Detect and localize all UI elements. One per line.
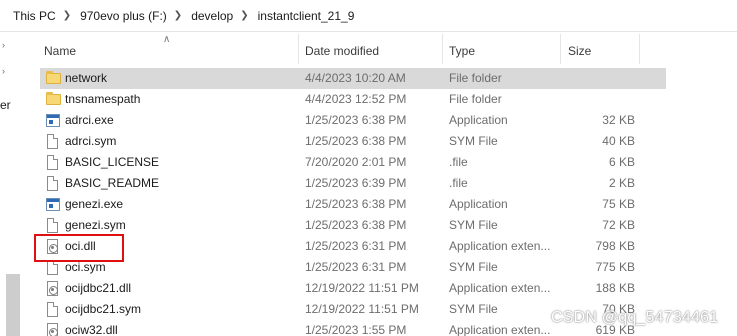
file-size: 6 KB <box>608 155 635 169</box>
sort-ascending-icon: ∧ <box>163 34 171 45</box>
file-date-modified: 1/25/2023 6:31 PM <box>305 239 407 253</box>
application-icon <box>46 198 60 211</box>
file-row[interactable]: tnsnamespath 4/4/2023 12:52 PM File fold… <box>40 89 666 110</box>
file-size: 32 KB <box>602 113 635 127</box>
file-date-modified: 4/4/2023 12:52 PM <box>305 92 407 106</box>
dll-icon <box>47 323 58 336</box>
file-row[interactable]: genezi.exe 1/25/2023 6:38 PM Application… <box>40 194 666 215</box>
file-name: adrci.sym <box>65 134 117 148</box>
file-date-modified: 4/4/2023 10:20 AM <box>305 71 406 85</box>
column-header-date-modified[interactable]: Date modified <box>305 44 379 58</box>
chevron-right-icon[interactable]: ❯ <box>59 10 77 21</box>
file-type: .file <box>449 155 468 169</box>
file-list: network 4/4/2023 10:20 AM File folder tn… <box>40 68 737 336</box>
file-row[interactable]: oci.dll 1/25/2023 6:31 PM Application ex… <box>40 236 666 257</box>
file-name: tnsnamespath <box>65 92 141 106</box>
file-size: 775 KB <box>595 260 635 274</box>
file-date-modified: 1/25/2023 6:39 PM <box>305 176 407 190</box>
file-row[interactable]: adrci.sym 1/25/2023 6:38 PM SYM File 40 … <box>40 131 666 152</box>
file-row[interactable]: BASIC_README 1/25/2023 6:39 PM .file 2 K… <box>40 173 666 194</box>
file-type: .file <box>449 176 468 190</box>
file-type: SYM File <box>449 260 498 274</box>
file-name: oci.dll <box>65 239 96 253</box>
file-date-modified: 1/25/2023 1:55 PM <box>305 323 407 336</box>
file-type: Application exten... <box>449 239 551 253</box>
file-date-modified: 1/25/2023 6:31 PM <box>305 260 407 274</box>
nav-scrollbar-thumb[interactable] <box>6 274 20 336</box>
file-size: 72 KB <box>602 218 635 232</box>
column-divider[interactable] <box>560 34 561 64</box>
file-row[interactable]: BASIC_LICENSE 7/20/2020 2:01 PM .file 6 … <box>40 152 666 173</box>
file-date-modified: 1/25/2023 6:38 PM <box>305 134 407 148</box>
file-row[interactable]: oci.sym 1/25/2023 6:31 PM SYM File 775 K… <box>40 257 666 278</box>
file-type: Application exten... <box>449 323 551 336</box>
file-type: Application <box>449 113 508 127</box>
file-date-modified: 1/25/2023 6:38 PM <box>305 113 407 127</box>
file-size: 75 KB <box>602 197 635 211</box>
file-size: 40 KB <box>602 134 635 148</box>
file-name: BASIC_LICENSE <box>65 155 160 169</box>
file-name: BASIC_README <box>65 176 160 190</box>
vertical-scrollbar[interactable] <box>727 68 737 336</box>
breadcrumb-current-folder[interactable]: instantclient_21_9 <box>255 0 358 32</box>
folder-icon <box>46 92 61 105</box>
breadcrumb-this-pc[interactable]: This PC <box>0 0 59 32</box>
file-type: File folder <box>449 92 502 106</box>
application-icon <box>46 114 60 127</box>
chevron-right-icon[interactable]: ❯ <box>236 10 254 21</box>
file-type: SYM File <box>449 134 498 148</box>
column-header-row: ∧ Name Date modified Type Size <box>22 32 737 68</box>
file-name: ocijdbc21.dll <box>65 281 132 295</box>
address-bar[interactable]: This PC ❯ 970evo plus (F:) ❯ develop ❯ i… <box>0 0 737 32</box>
column-header-name[interactable]: Name <box>44 44 76 58</box>
chevron-right-icon[interactable]: ❯ <box>170 10 188 21</box>
file-name: genezi.sym <box>65 218 126 232</box>
folder-icon <box>46 71 61 84</box>
expand-arrow-icon[interactable]: › <box>2 66 5 76</box>
file-size: 798 KB <box>595 239 635 253</box>
navigation-pane[interactable]: › › er <box>0 32 22 336</box>
file-icon <box>47 155 58 170</box>
breadcrumb-drive[interactable]: 970evo plus (F:) <box>77 0 170 32</box>
file-type: Application exten... <box>449 281 551 295</box>
file-type: File folder <box>449 71 502 85</box>
file-size: 188 KB <box>595 281 635 295</box>
file-icon <box>47 302 58 317</box>
file-name: network <box>65 71 108 85</box>
column-divider[interactable] <box>298 34 299 64</box>
file-type: SYM File <box>449 302 498 316</box>
breadcrumb-develop[interactable]: develop <box>188 0 236 32</box>
column-divider[interactable] <box>442 34 443 64</box>
nav-item-label[interactable]: er <box>0 98 11 112</box>
file-icon <box>47 218 58 233</box>
expand-arrow-icon[interactable]: › <box>2 40 5 50</box>
file-type: Application <box>449 197 508 211</box>
file-icon <box>47 176 58 191</box>
file-date-modified: 1/25/2023 6:38 PM <box>305 197 407 211</box>
file-type: SYM File <box>449 218 498 232</box>
file-row[interactable]: adrci.exe 1/25/2023 6:38 PM Application … <box>40 110 666 131</box>
file-name: ocijdbc21.sym <box>65 302 142 316</box>
file-name: oci.sym <box>65 260 106 274</box>
column-divider[interactable] <box>639 34 640 64</box>
file-icon <box>47 260 58 275</box>
file-row[interactable]: network 4/4/2023 10:20 AM File folder <box>40 68 666 89</box>
file-name: adrci.exe <box>65 113 114 127</box>
dll-icon <box>47 239 58 254</box>
file-date-modified: 7/20/2020 2:01 PM <box>305 155 407 169</box>
file-size: 2 KB <box>608 176 635 190</box>
column-header-type[interactable]: Type <box>449 44 475 58</box>
file-name: ociw32.dll <box>65 323 118 336</box>
file-row[interactable]: ocijdbc21.dll 12/19/2022 11:51 PM Applic… <box>40 278 666 299</box>
file-row[interactable]: genezi.sym 1/25/2023 6:38 PM SYM File 72… <box>40 215 666 236</box>
column-header-size[interactable]: Size <box>568 44 591 58</box>
file-date-modified: 12/19/2022 11:51 PM <box>305 281 419 295</box>
file-date-modified: 12/19/2022 11:51 PM <box>305 302 419 316</box>
file-date-modified: 1/25/2023 6:38 PM <box>305 218 407 232</box>
file-name: genezi.exe <box>65 197 124 211</box>
file-icon <box>47 134 58 149</box>
dll-icon <box>47 281 58 296</box>
watermark: CSDN @qq_54734461 <box>551 309 719 326</box>
